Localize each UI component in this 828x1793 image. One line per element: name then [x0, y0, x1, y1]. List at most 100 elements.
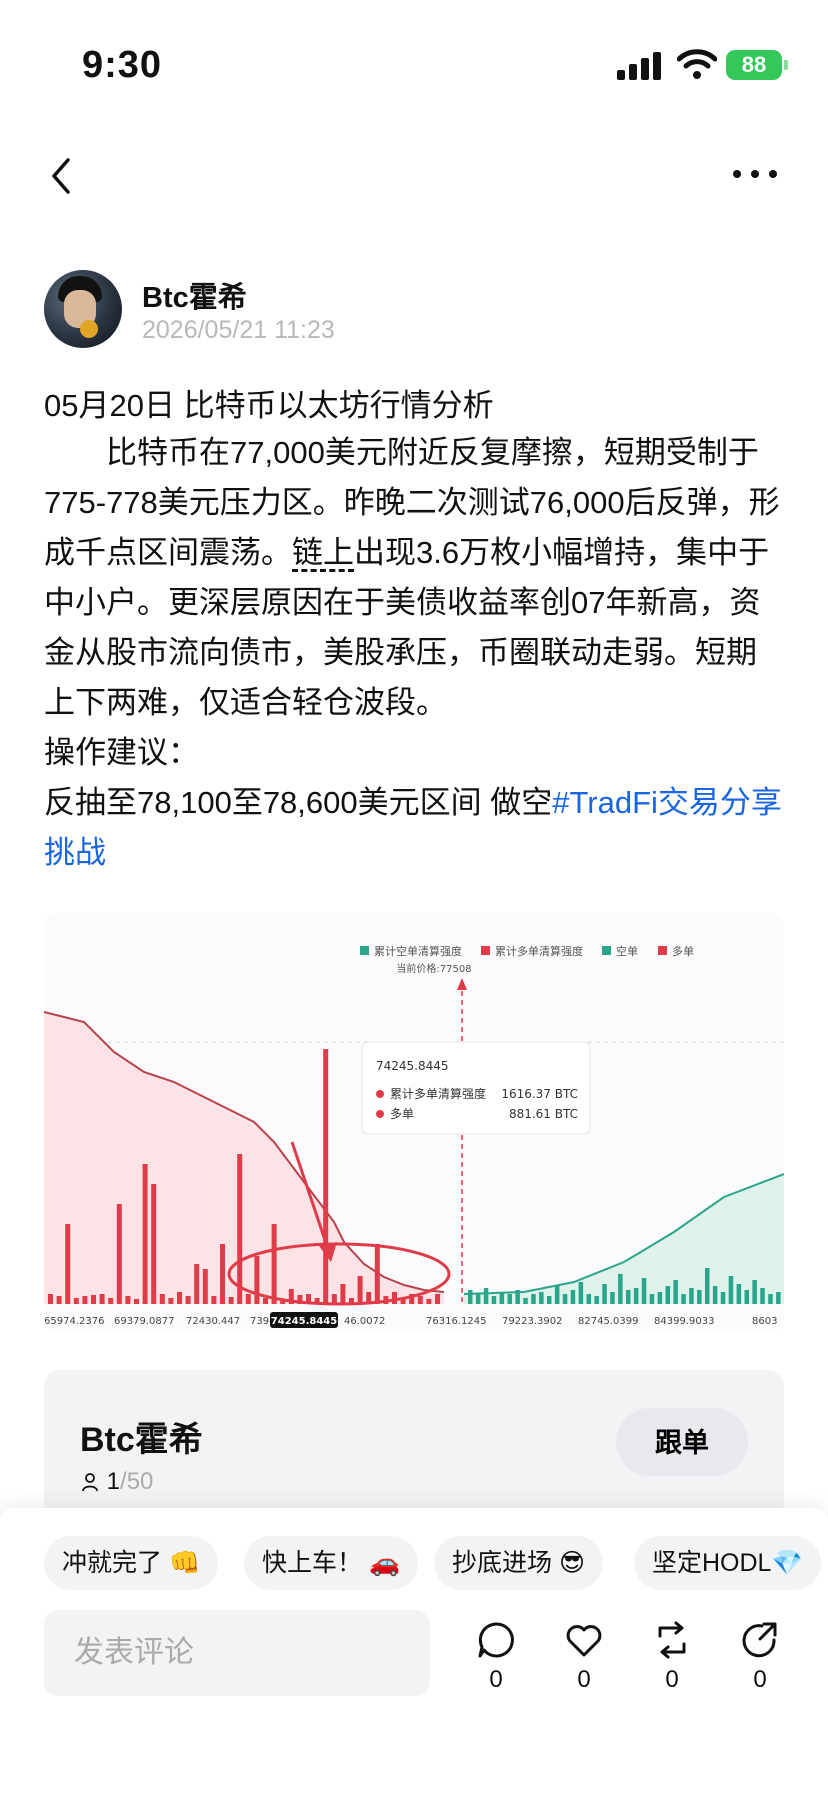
x-tick: 46.0072 [344, 1316, 385, 1327]
repost-count: 0 [665, 1666, 679, 1693]
x-tick: 79223.3902 [502, 1316, 562, 1327]
short-liquidation-bar [602, 1284, 607, 1304]
repost-icon [658, 1621, 686, 1659]
quick-reply-chip[interactable]: 快上车！ 🚗 [244, 1536, 419, 1590]
short-liquidation-bar [626, 1290, 631, 1304]
long-liquidation-bar [159, 1294, 165, 1304]
x-tick: 72430.447 [186, 1316, 240, 1327]
tooltip-label: 累计多单清算强度 [390, 1086, 486, 1101]
short-liquidation-bar [586, 1294, 591, 1304]
short-liquidation-bar [562, 1294, 568, 1304]
long-liquidation-bar [426, 1299, 432, 1304]
comment-input[interactable]: 发表评论 [44, 1610, 430, 1696]
long-liquidation-bar [263, 1298, 268, 1304]
post-paragraph-analysis: 比特币在77,000美元附近反复摩擦，短期受制于775-778美元压力区。昨晚二… [44, 428, 784, 728]
long-liquidation-bar [116, 1204, 122, 1304]
long-liquidation-bar [168, 1298, 174, 1304]
follower-total: /50 [120, 1468, 154, 1495]
short-liquidation-bar [657, 1292, 663, 1304]
long-liquidation-bar [245, 1294, 251, 1304]
author-name[interactable]: Btc霍希 [142, 274, 247, 316]
repost-action[interactable]: 0 [642, 1620, 702, 1694]
short-liquidation-bar [752, 1280, 757, 1304]
back-icon[interactable] [44, 154, 80, 198]
post-paragraph-advice-label: 操作建议： [44, 735, 199, 770]
x-tick-highlight: 74245.8445 [271, 1316, 337, 1327]
post-text: 反抽至78,100至78,600美元区间 做空 [44, 785, 553, 820]
x-tick: 69379.0877 [114, 1316, 174, 1327]
onchain-link[interactable]: 链上 [292, 535, 354, 570]
legend-label: 累计多单清算强度 [495, 944, 583, 958]
short-liquidation-bar [665, 1286, 670, 1304]
long-liquidation-bar [211, 1296, 217, 1304]
short-liquidation-bar [689, 1288, 694, 1304]
short-liquidation-bar [523, 1298, 528, 1304]
share-count: 0 [753, 1666, 767, 1693]
battery-icon: 88 [726, 50, 782, 80]
short-liquidation-bar [570, 1290, 576, 1304]
chart-image[interactable]: 累计空单清算强度 累计多单清算强度 空单 多单 当前价格:77508 74245… [44, 912, 784, 1332]
short-liquidation-bar [618, 1274, 623, 1304]
trader-card: Btc霍希 1/50 跟单 [44, 1370, 784, 1520]
post-date: 2026/05/21 11:23 [142, 316, 335, 344]
long-liquidation-bar [271, 1224, 277, 1304]
short-liquidation-bar [539, 1292, 544, 1304]
current-price-label: 当前价格:77508 [396, 962, 471, 975]
long-liquidation-bar [340, 1284, 346, 1304]
short-liquidation-bar [531, 1294, 536, 1304]
short-liquidation-bar [681, 1294, 686, 1304]
long-liquidation-bar [142, 1164, 148, 1304]
long-liquidation-bar [48, 1294, 53, 1304]
long-liquidation-bar [254, 1256, 260, 1304]
x-tick: 82745.0399 [578, 1316, 638, 1327]
long-liquidation-bar [220, 1244, 225, 1304]
trader-name[interactable]: Btc霍希 [80, 1412, 203, 1461]
comment-panel: 冲就完了 👊 快上车！ 🚗 抄底进场 😎 坚定HODL💎 发表评论 0 0 0 … [0, 1508, 828, 1793]
battery-tip [784, 60, 788, 70]
short-liquidation-bar [760, 1288, 765, 1304]
share-action[interactable]: 0 [730, 1620, 790, 1694]
short-liquidation-bar [633, 1288, 639, 1304]
legend-label: 多单 [672, 944, 694, 958]
cellular-signal-icon [617, 52, 661, 80]
short-liquidation-bar [697, 1290, 702, 1304]
short-liquidation-bar [499, 1292, 505, 1304]
like-action[interactable]: 0 [554, 1620, 614, 1694]
short-liquidation-bar [578, 1282, 584, 1304]
quick-reply-chip[interactable]: 冲就完了 👊 [44, 1536, 219, 1590]
quick-reply-chip[interactable]: 抄底进场 😎 [434, 1536, 604, 1590]
comment-action[interactable]: 0 [466, 1620, 526, 1694]
long-liquidation-bar [125, 1296, 131, 1304]
user-icon [82, 1473, 98, 1492]
short-liquidation-bar [475, 1294, 481, 1304]
short-liquidation-bar [720, 1292, 726, 1304]
x-tick: 76316.1245 [426, 1316, 486, 1327]
more-icon[interactable] [732, 168, 778, 180]
long-liquidation-bar [82, 1296, 88, 1304]
short-liquidation-bar [507, 1294, 512, 1304]
long-liquidation-bar [374, 1244, 380, 1304]
legend-label: 累计空单清算强度 [374, 944, 462, 958]
x-tick: 84399.9033 [654, 1316, 714, 1327]
legend-label: 空单 [616, 944, 638, 958]
avatar[interactable] [44, 270, 122, 348]
short-liquidation-bar [649, 1294, 655, 1304]
short-liquidation-bar [515, 1290, 520, 1304]
x-tick: 8603 [752, 1316, 777, 1327]
comment-count: 0 [489, 1666, 503, 1693]
follow-trade-button[interactable]: 跟单 [616, 1408, 748, 1476]
x-tick: 65974.2376 [44, 1316, 104, 1327]
post-title: 05月20日 比特币以太坊行情分析 [44, 388, 494, 423]
long-liquidation-bar [417, 1296, 423, 1304]
short-liquidation-bar [468, 1290, 473, 1304]
quick-reply-chip[interactable]: 坚定HODL💎 [634, 1536, 821, 1590]
like-count: 0 [577, 1666, 591, 1693]
long-liquidation-bar [228, 1297, 234, 1304]
long-liquidation-bar [91, 1295, 96, 1304]
tooltip-value: 881.61 BTC [509, 1107, 578, 1121]
short-liquidation-bar [547, 1296, 552, 1304]
short-liquidation-bar [483, 1288, 489, 1304]
comment-icon [478, 1622, 514, 1658]
nav-bar [0, 140, 828, 210]
long-liquidation-bar [202, 1269, 208, 1304]
